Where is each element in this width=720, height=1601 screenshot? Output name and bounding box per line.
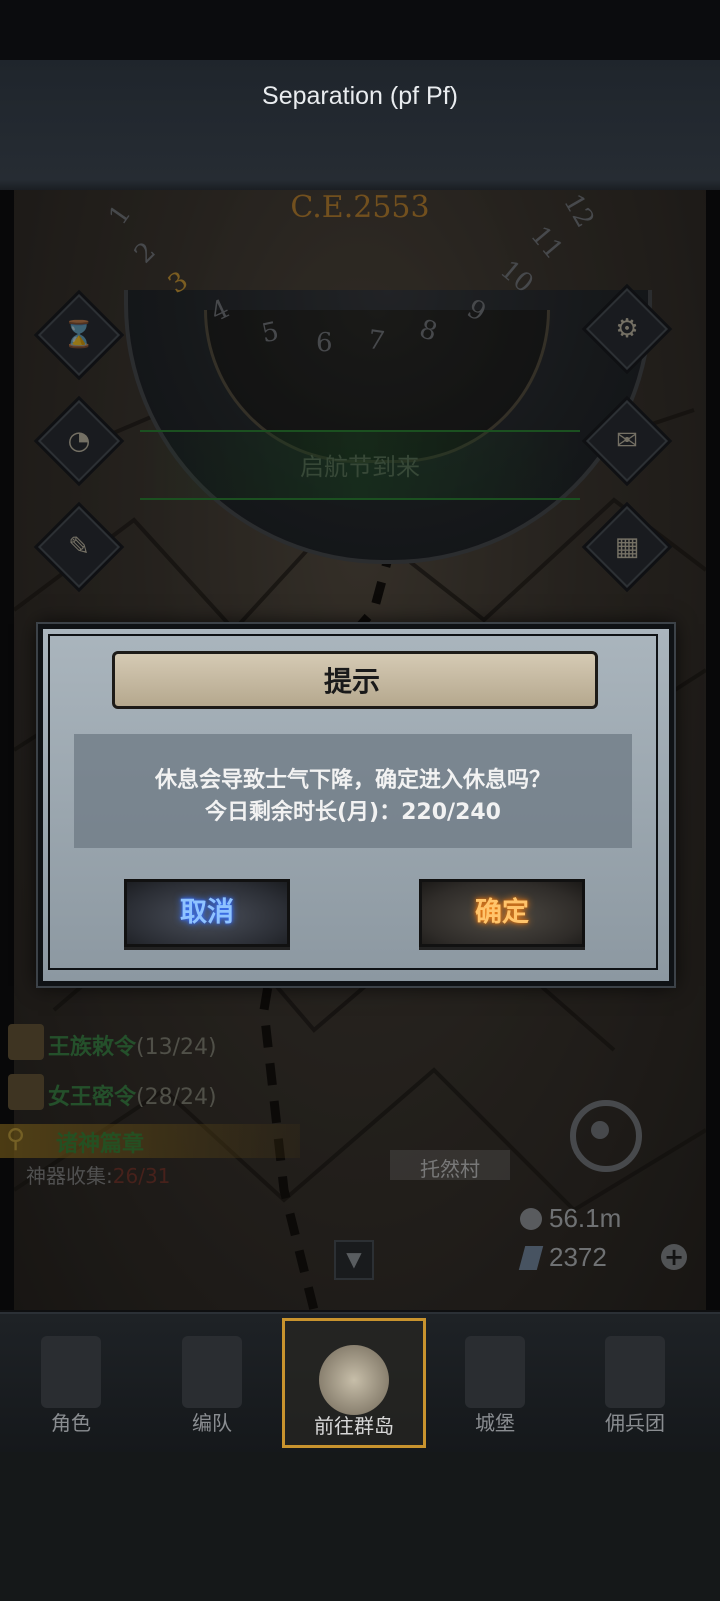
dialog-title: 提示 bbox=[323, 665, 380, 698]
tab-mercenary[interactable]: 佣兵团 bbox=[566, 1318, 704, 1442]
tab-label: 角色 bbox=[51, 1411, 91, 1435]
tab-label: 编队 bbox=[192, 1411, 232, 1435]
mercenary-icon bbox=[605, 1336, 665, 1408]
tab-character[interactable]: 角色 bbox=[2, 1318, 140, 1442]
tab-islands[interactable]: 前往群岛 bbox=[282, 1318, 426, 1448]
tab-label: 城堡 bbox=[475, 1411, 515, 1435]
app-title: Separation (pf Pf) bbox=[262, 82, 458, 110]
knight-icon bbox=[41, 1336, 101, 1408]
dialog-message-line2: 今日剩余时长(月)：220/240 bbox=[205, 800, 501, 825]
tab-label: 前往群岛 bbox=[314, 1414, 394, 1438]
castle-icon bbox=[465, 1336, 525, 1408]
dialog-message-line1: 休息会导致士气下降，确定进入休息吗？ bbox=[154, 768, 551, 793]
formation-icon bbox=[182, 1336, 242, 1408]
bottom-safe-area bbox=[0, 1452, 720, 1601]
tab-castle[interactable]: 城堡 bbox=[426, 1318, 564, 1442]
tab-label: 佣兵团 bbox=[605, 1411, 665, 1435]
globe-icon bbox=[319, 1345, 389, 1415]
tab-formation[interactable]: 编队 bbox=[143, 1318, 281, 1442]
cancel-button[interactable]: 取消 bbox=[124, 879, 290, 947]
confirm-button[interactable]: 确定 bbox=[419, 879, 585, 947]
